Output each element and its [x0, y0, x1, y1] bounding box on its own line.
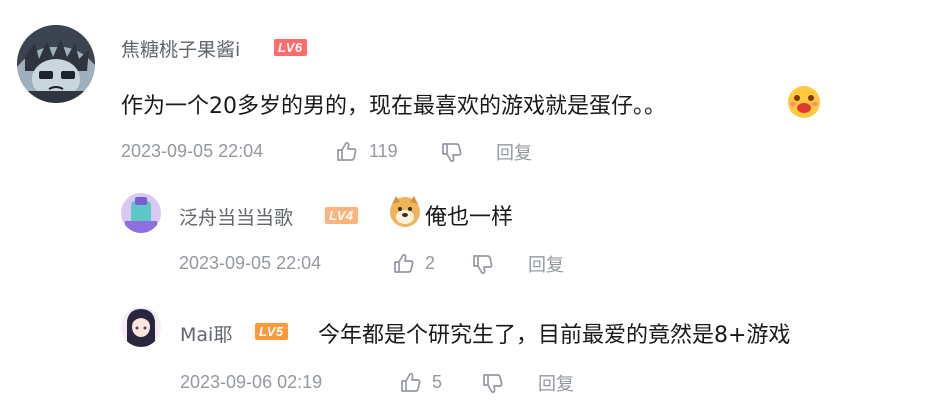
- username[interactable]: 焦糖桃子果酱i: [121, 35, 240, 62]
- level-badge: LV4: [325, 207, 358, 224]
- reply-button[interactable]: 回复: [496, 139, 532, 165]
- reply-item: 泛舟当当当歌 LV4 俺也一样 2023-09-05 22:04 2 回复: [0, 180, 936, 290]
- dislike-icon[interactable]: [441, 142, 463, 164]
- reply-item: Mai耶 LV5 今年都是个研究生了，目前最爱的竟然是8+游戏 2023-09-…: [0, 290, 936, 416]
- comment-time: 2023-09-06 02:19: [180, 372, 323, 392]
- like-count: 5: [432, 372, 443, 392]
- avatar[interactable]: [17, 25, 95, 103]
- comment-text: 作为一个20多岁的男的，现在最喜欢的游戏就是蛋仔。。: [121, 94, 666, 119]
- like-icon[interactable]: [400, 371, 422, 393]
- reply-text: 今年都是个研究生了，目前最爱的竟然是8+游戏: [318, 323, 791, 348]
- avatar-image: [121, 307, 161, 347]
- reply-button[interactable]: 回复: [528, 251, 564, 277]
- like-count: 2: [425, 253, 436, 273]
- like-count: 119: [369, 141, 398, 161]
- comment-time: 2023-09-05 22:04: [179, 253, 322, 273]
- avatar-image: [121, 193, 161, 233]
- avatar[interactable]: [121, 307, 161, 347]
- username[interactable]: Mai耶: [180, 320, 232, 347]
- dislike-icon[interactable]: [482, 373, 504, 395]
- like-icon[interactable]: [393, 252, 415, 274]
- level-badge: LV5: [255, 323, 288, 340]
- avatar[interactable]: [121, 193, 161, 233]
- dislike-icon[interactable]: [472, 254, 494, 276]
- emoji-sticker: [786, 84, 822, 120]
- reply-button[interactable]: 回复: [538, 370, 574, 396]
- username[interactable]: 泛舟当当当歌: [179, 203, 293, 230]
- comment-item: 焦糖桃子果酱i LV6 作为一个20多岁的男的，现在最喜欢的游戏就是蛋仔。。 2…: [0, 0, 936, 180]
- level-badge: LV6: [274, 39, 307, 56]
- comment-time: 2023-09-05 22:04: [121, 141, 264, 161]
- like-icon[interactable]: [336, 140, 358, 162]
- avatar-image: [17, 25, 95, 103]
- doge-emoji: [388, 194, 422, 228]
- reply-text: 俺也一样: [425, 205, 514, 230]
